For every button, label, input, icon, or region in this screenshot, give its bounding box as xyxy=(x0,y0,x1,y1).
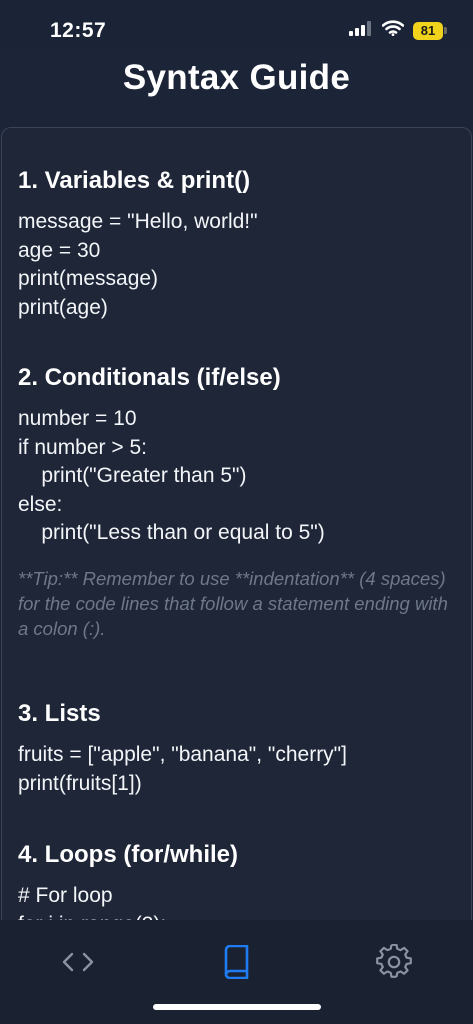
status-time: 12:57 xyxy=(50,19,107,42)
battery-level: 81 xyxy=(413,21,443,40)
status-icons: 81 xyxy=(349,20,447,41)
tip-text: **Tip:** Remember to use **indentation**… xyxy=(18,567,448,639)
wifi-icon xyxy=(381,20,405,41)
section-heading: 4. Loops (for/while) xyxy=(18,841,238,868)
code-icon xyxy=(60,950,96,979)
status-bar: 12:57 81 xyxy=(0,0,473,58)
guide-scroll-area[interactable]: 1. Variables & print() message = "Hello,… xyxy=(1,127,472,921)
code-block: fruits = ["apple", "banana", "cherry"] p… xyxy=(18,743,347,795)
signal-icon xyxy=(349,20,373,41)
tab-settings[interactable] xyxy=(364,943,424,985)
tab-guide[interactable] xyxy=(206,944,266,984)
gear-icon xyxy=(376,943,412,985)
section-lists: 3. Lists fruits = ["apple", "banana", "c… xyxy=(18,699,458,798)
code-block: number = 10 if number > 5: print("Greate… xyxy=(18,407,325,544)
section-heading: 1. Variables & print() xyxy=(18,167,251,194)
screen: 12:57 81 Syntax Guide 1. Variables & pri… xyxy=(0,0,473,1024)
code-block: # For loop for i in range(3): xyxy=(18,884,166,921)
battery-cap xyxy=(444,27,447,34)
section-conditionals: 2. Conditionals (if/else) number = 10 if… xyxy=(18,363,458,641)
battery-icon: 81 xyxy=(413,21,447,40)
page-title: Syntax Guide xyxy=(122,58,351,97)
book-icon xyxy=(221,944,251,984)
section-variables: 1. Variables & print() message = "Hello,… xyxy=(18,166,458,322)
section-heading: 3. Lists xyxy=(18,700,101,727)
tab-code[interactable] xyxy=(48,944,108,984)
code-block: message = "Hello, world!" age = 30 print… xyxy=(18,210,258,319)
section-heading: 2. Conditionals (if/else) xyxy=(18,364,281,391)
home-indicator[interactable] xyxy=(153,1004,321,1010)
section-loops: 4. Loops (for/while) # For loop for i in… xyxy=(18,840,458,921)
